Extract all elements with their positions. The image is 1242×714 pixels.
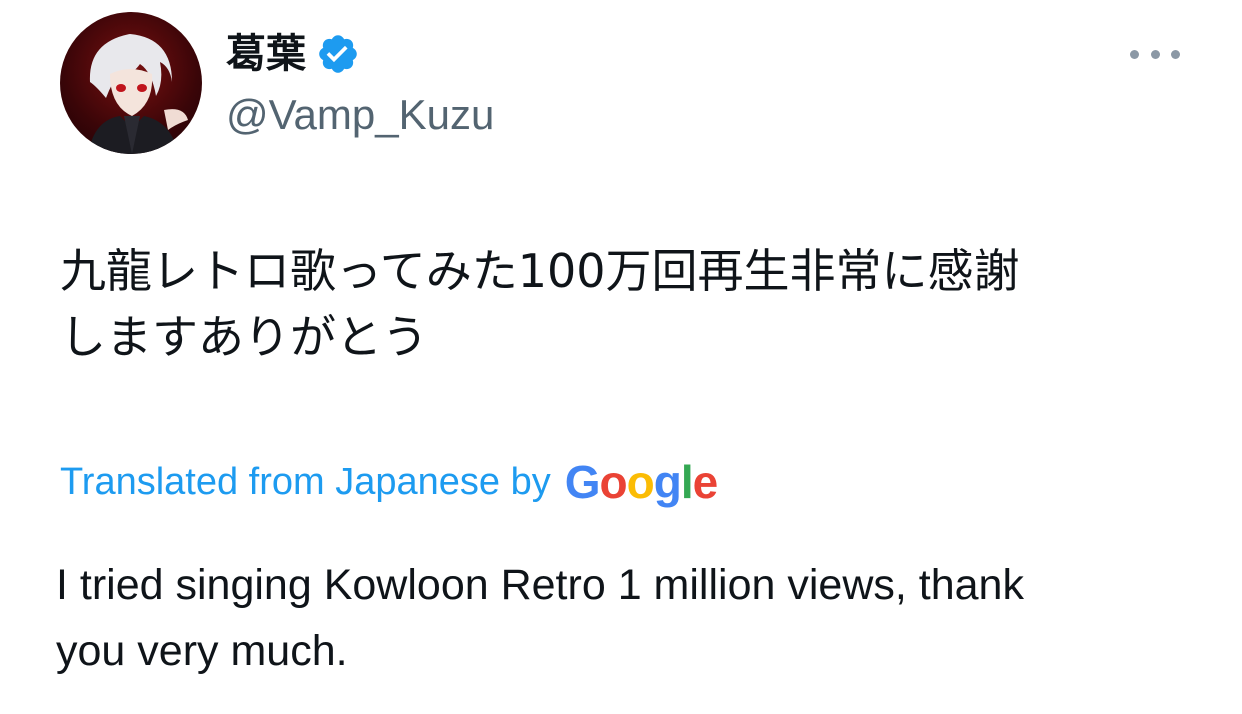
verified-badge-icon[interactable] — [316, 32, 360, 76]
author-display-name[interactable]: 葛葉 — [226, 30, 360, 78]
translated-from-link[interactable]: Translated from Japanese by — [60, 454, 551, 510]
translated-tweet-text: I tried singing Kowloon Retro 1 million … — [56, 561, 1024, 675]
translation-attribution: Translated from Japanese by Google — [60, 454, 718, 510]
more-dots-icon — [1150, 49, 1160, 59]
author-handle[interactable]: @Vamp_Kuzu — [226, 90, 494, 140]
display-name-text[interactable]: 葛葉 — [226, 30, 306, 78]
more-options-button[interactable] — [1130, 36, 1180, 72]
tweet-text: 九龍レトロ歌ってみた100万回再生非常に感謝 しますありがとう — [60, 244, 1020, 364]
more-dots-icon — [1130, 49, 1139, 59]
avatar[interactable] — [60, 12, 202, 154]
more-dots-icon — [1171, 49, 1180, 59]
google-logo: Google — [564, 456, 718, 508]
